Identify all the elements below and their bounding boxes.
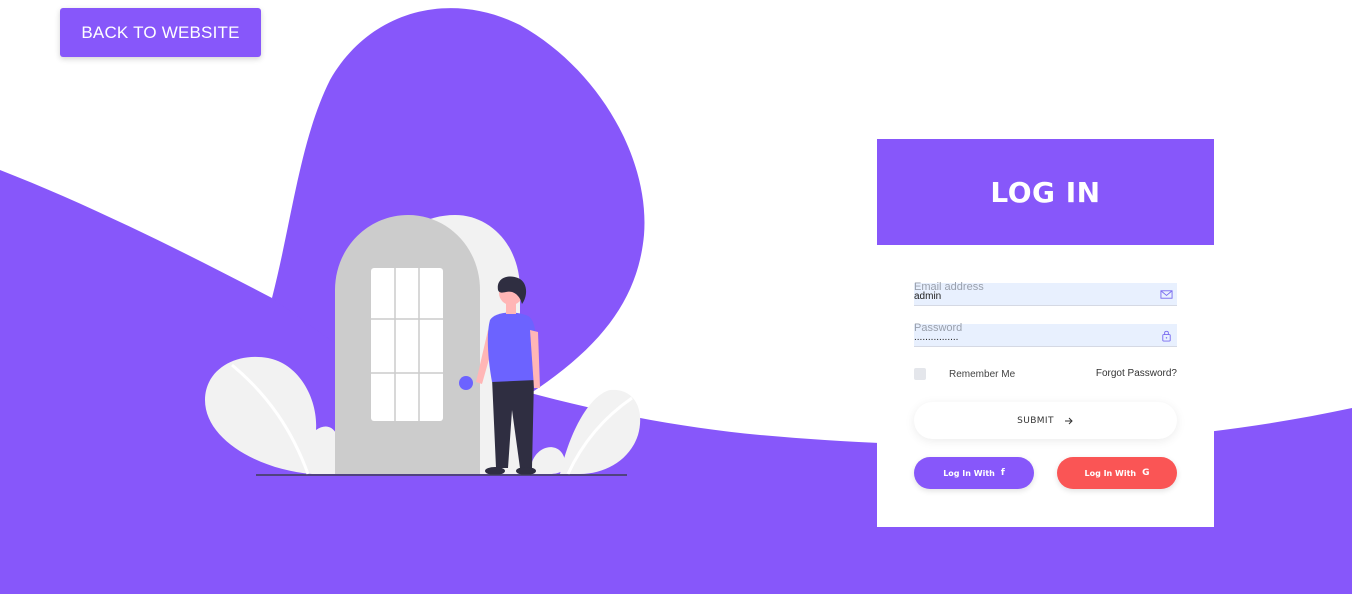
- remember-row: Remember Me Forgot Password?: [914, 368, 1177, 382]
- google-icon: G: [1142, 468, 1150, 478]
- remember-me-label: Remember Me: [949, 369, 1016, 380]
- person-shirt: [487, 312, 537, 382]
- login-with-facebook-button[interactable]: Log In With f: [914, 457, 1034, 489]
- facebook-icon: f: [1000, 468, 1005, 478]
- login-with-google-button[interactable]: Log In With G: [1057, 457, 1177, 489]
- password-input[interactable]: [914, 330, 1154, 344]
- email-input[interactable]: [914, 289, 1154, 303]
- person-shoe-left: [485, 467, 505, 475]
- arrow-right-icon: [1064, 417, 1073, 424]
- door-knob: [459, 376, 473, 390]
- lock-icon: [1162, 330, 1171, 342]
- facebook-button-label: Log In With: [943, 468, 995, 478]
- google-button-label: Log In With: [1084, 468, 1137, 478]
- remember-me-checkbox[interactable]: [914, 368, 926, 380]
- door-window: [371, 268, 443, 421]
- submit-button[interactable]: SUBMIT: [914, 402, 1177, 439]
- person-shoe-right: [516, 467, 536, 475]
- email-field[interactable]: Email address: [914, 281, 1177, 306]
- login-title: LOG IN: [990, 175, 1101, 209]
- login-card: LOG IN Email address Password Remember M…: [877, 139, 1214, 527]
- envelope-icon: [1160, 290, 1173, 299]
- back-to-website-button[interactable]: BACK TO WEBSITE: [60, 8, 261, 57]
- submit-label: SUBMIT: [1017, 415, 1054, 426]
- login-page: BACK TO WEBSITE LOG IN Email address Pas…: [0, 0, 1352, 594]
- password-field[interactable]: Password: [914, 322, 1177, 347]
- login-card-header: LOG IN: [877, 139, 1214, 245]
- forgot-password-link[interactable]: Forgot Password?: [1096, 368, 1177, 379]
